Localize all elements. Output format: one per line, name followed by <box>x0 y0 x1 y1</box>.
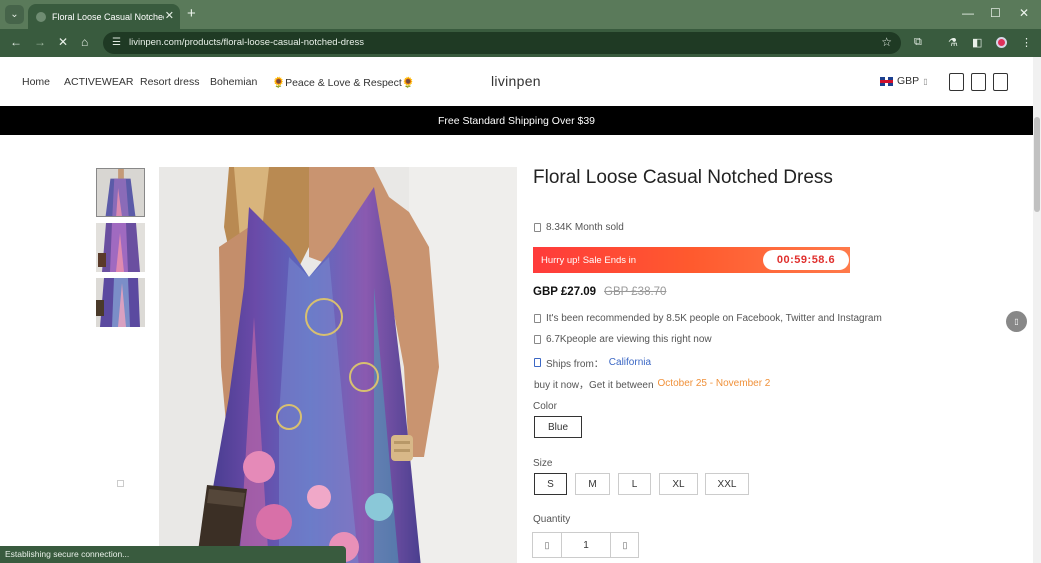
site-logo[interactable]: livinpen <box>491 73 541 89</box>
recommended-line: It's been recommended by 8.5K people on … <box>534 313 882 324</box>
search-icon[interactable] <box>949 73 964 91</box>
ships-from-line: Ships from： California <box>534 355 651 370</box>
delivery-prefix: buy it now，Get it between <box>534 380 654 391</box>
gallery-thumbnail[interactable] <box>96 223 145 272</box>
size-option-xl[interactable]: XL <box>659 473 698 495</box>
extensions-icon[interactable]: ⧉ <box>914 36 922 49</box>
eye-icon <box>534 335 541 344</box>
forward-icon[interactable]: → <box>34 35 46 49</box>
nav-link-resort-dress[interactable]: Resort dress <box>140 76 200 88</box>
menu-kebab-icon[interactable]: ⋮ <box>1021 36 1032 49</box>
nav-link-home[interactable]: Home <box>22 76 50 88</box>
cart-icon[interactable] <box>993 73 1008 91</box>
countdown-timer: 00:59:58.6 <box>763 250 849 270</box>
size-option-l[interactable]: L <box>618 473 651 495</box>
nav-link-peace-love[interactable]: 🌻Peace & Love & Respect🌻 <box>272 76 415 89</box>
chevron-down-icon: ▯ <box>923 76 928 86</box>
browser-window: ⌄ Floral Loose Casual Notched D ✕ + — ☐ … <box>0 0 1041 563</box>
quantity-label: Quantity <box>533 514 571 525</box>
month-sold-line: 8.34K Month sold <box>534 222 624 233</box>
address-bar[interactable]: ☰ livinpen.com/products/floral-loose-cas… <box>103 32 901 54</box>
size-option-xxl[interactable]: XXL <box>705 473 749 495</box>
viewing-text: 6.7Kpeople are viewing this right now <box>546 334 712 345</box>
recommended-text: It's been recommended by 8.5K people on … <box>546 313 882 324</box>
delivery-separator: - <box>707 378 716 389</box>
currency-label: GBP <box>897 75 920 87</box>
browser-toolbar: ← → ✕ ⌂ ☰ livinpen.com/products/floral-l… <box>0 29 1041 57</box>
uk-flag-icon <box>880 76 893 86</box>
tab-title: Floral Loose Casual Notched D <box>52 11 164 22</box>
fire-icon <box>534 223 541 232</box>
shipping-banner: Free Standard Shipping Over $39 <box>0 106 1033 135</box>
site-header: Home ACTIVEWEAR Resort dress Bohemian 🌻P… <box>0 57 1033 107</box>
url-text[interactable]: livinpen.com/products/floral-loose-casua… <box>129 37 364 48</box>
sale-text: Hurry up! Sale Ends in <box>541 255 637 266</box>
site-info-icon[interactable]: ☰ <box>112 37 121 48</box>
account-icon[interactable] <box>971 73 986 91</box>
quantity-increase-button[interactable]: ▯ <box>611 533 639 557</box>
truck-icon <box>534 358 541 367</box>
color-option-blue[interactable]: Blue <box>534 416 582 438</box>
sale-countdown-bar: Hurry up! Sale Ends in 00:59:58.6 <box>533 247 850 273</box>
thumbnail-image <box>97 169 144 216</box>
close-window-icon[interactable]: ✕ <box>1019 6 1029 20</box>
size-option-s[interactable]: S <box>534 473 567 495</box>
nav-link-activewear[interactable]: ACTIVEWEAR <box>64 76 133 88</box>
delivery-line: buy it now，Get it between October 25 - N… <box>534 376 770 391</box>
thumbnail-image <box>96 278 145 327</box>
currency-selector[interactable]: GBP ▯ <box>880 75 928 87</box>
nav-link-bohemian[interactable]: Bohemian <box>210 76 257 88</box>
product-main-image[interactable] <box>159 167 517 563</box>
delivery-start-date: October 25 <box>657 378 707 389</box>
favicon-icon <box>36 11 46 22</box>
ships-from-location[interactable]: California <box>609 357 651 368</box>
quantity-decrease-button[interactable]: ▯ <box>533 533 561 557</box>
minimize-icon[interactable]: — <box>962 6 974 20</box>
side-panel-icon[interactable]: ◧ <box>972 36 982 49</box>
thumbs-up-icon <box>534 314 541 323</box>
month-sold-text: 8.34K Month sold <box>546 222 624 233</box>
maximize-icon[interactable]: ☐ <box>990 6 1001 20</box>
original-price: GBP £38.70 <box>604 286 667 298</box>
home-icon[interactable]: ⌂ <box>81 35 88 49</box>
size-option-m[interactable]: M <box>575 473 610 495</box>
status-bar: Establishing secure connection... <box>0 546 346 563</box>
current-price: GBP £27.09 <box>533 286 597 298</box>
size-label: Size <box>533 458 553 469</box>
color-label: Color <box>533 401 557 412</box>
tab-bar: ⌄ Floral Loose Casual Notched D ✕ + — ☐ … <box>0 0 1041 29</box>
ships-from-label: Ships from： <box>546 359 604 370</box>
browser-tab[interactable]: Floral Loose Casual Notched D ✕ <box>28 4 180 29</box>
scrollbar-thumb[interactable] <box>1034 117 1040 212</box>
page-scrollbar[interactable] <box>1033 57 1041 563</box>
tab-search-button[interactable]: ⌄ <box>5 5 24 24</box>
back-icon[interactable]: ← <box>10 35 22 49</box>
viewing-line: 6.7Kpeople are viewing this right now <box>534 334 712 345</box>
close-tab-icon[interactable]: ✕ <box>165 9 174 22</box>
chat-float-button[interactable]: ▯ <box>1006 311 1027 332</box>
gallery-indicator[interactable] <box>117 480 124 487</box>
delivery-end-date: November 2 <box>715 378 771 389</box>
product-title: Floral Loose Casual Notched Dress <box>533 167 833 188</box>
profile-avatar[interactable] <box>996 37 1007 48</box>
labs-flask-icon[interactable]: ⚗ <box>948 36 958 49</box>
stop-loading-icon[interactable]: ✕ <box>58 35 68 49</box>
bookmark-star-icon[interactable]: ☆ <box>881 35 892 49</box>
thumbnail-image <box>96 223 145 272</box>
web-page: Home ACTIVEWEAR Resort dress Bohemian 🌻P… <box>0 57 1033 563</box>
product-photo <box>159 167 517 563</box>
new-tab-button[interactable]: + <box>187 5 196 22</box>
gallery-thumbnail[interactable] <box>96 168 145 217</box>
quantity-input[interactable]: 1 <box>561 533 611 557</box>
quantity-stepper: ▯ 1 ▯ <box>532 532 639 558</box>
gallery-thumbnail[interactable] <box>96 278 145 327</box>
